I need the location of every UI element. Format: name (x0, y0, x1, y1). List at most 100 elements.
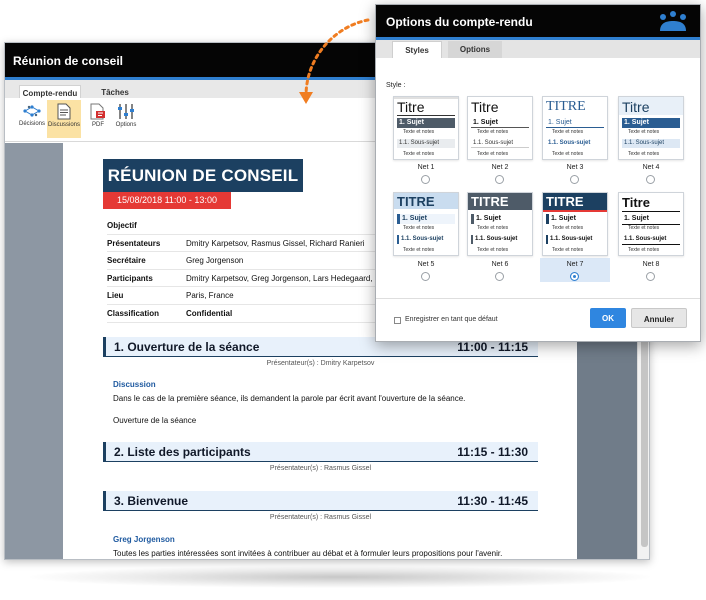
style-preview-net-5[interactable]: TITRE 1. Sujet Texte et notes 1.1. Sous-… (393, 192, 459, 256)
style-preview-net-8[interactable]: Titre 1. Sujet Texte et notes 1.1. Sous-… (618, 192, 684, 256)
save-default-checkbox[interactable] (394, 317, 401, 324)
dialog-title: Options du compte-rendu (386, 15, 533, 29)
style-radio[interactable] (646, 272, 655, 281)
dialog-body: Style : Titre 1. Sujet Texte et notes 1.… (376, 58, 700, 341)
preview-notes: Texte et notes (403, 129, 435, 135)
preview-notes: Texte et notes (403, 247, 435, 253)
dialog-titlebar: Options du compte-rendu (376, 5, 700, 37)
info-key: Présentateurs (107, 238, 161, 248)
section-presenter: Présentateur(s) : Dmitry Karpetsov (266, 360, 375, 367)
preview-subject: 1. Sujet (397, 214, 455, 224)
report-options-dialog: Options du compte-rendu Styles Options S… (375, 4, 701, 342)
style-radio[interactable] (646, 175, 655, 184)
style-radio-selected[interactable] (570, 272, 579, 281)
style-radio[interactable] (570, 175, 579, 184)
preview-notes: Texte et notes (477, 151, 509, 157)
dialog-tabs: Styles Options (376, 40, 700, 58)
tab-options[interactable]: Options (448, 41, 502, 58)
preview-notes: Texte et notes (477, 247, 509, 253)
style-radio[interactable] (421, 272, 430, 281)
preview-notes: Texte et notes (477, 225, 509, 231)
style-preview-net-2[interactable]: Titre 1. Sujet Texte et notes 1.1. Sous-… (467, 96, 533, 160)
info-key: Secrétaire (107, 256, 146, 266)
info-value: Dmitry Karpetsov, Greg Jorgenson, Lars H… (186, 273, 381, 283)
preview-subsubject: 1.1. Sous-sujet (471, 235, 529, 244)
agenda-section-heading: 2. Liste des participants 11:15 - 11:30 (103, 442, 538, 462)
preview-title: TITRE (397, 194, 435, 209)
info-key: Participants (107, 273, 153, 283)
ok-button[interactable]: OK (590, 308, 626, 328)
style-label: Style : (386, 82, 406, 89)
tab-taches[interactable]: Tâches (93, 85, 137, 99)
preview-subsubject: 1.1. Sous-sujet (397, 139, 455, 148)
preview-title: TITRE (546, 194, 584, 209)
cancel-button[interactable]: Annuler (631, 308, 687, 328)
preview-notes: Texte et notes (403, 151, 435, 157)
tab-compte-rendu[interactable]: Compte-rendu (19, 85, 81, 99)
style-radio[interactable] (495, 272, 504, 281)
agenda-section-heading: 3. Bienvenue 11:30 - 11:45 (103, 491, 538, 511)
floor-shadow (30, 566, 650, 588)
preview-title: Titre (397, 99, 425, 115)
dotted-arrow-icon (299, 18, 370, 104)
info-key: Classification (107, 308, 160, 318)
preview-subsubject: 1.1. Sous-sujet (624, 236, 667, 242)
preview-subsubject: 1.1. Sous-sujet (622, 139, 680, 148)
preview-subject: 1. Sujet (471, 118, 529, 128)
discussions-icon (57, 103, 71, 120)
options-icon (118, 104, 134, 119)
pdf-icon (90, 103, 105, 120)
section-paragraph: Ouverture de la séance (113, 416, 197, 425)
app-logo-icon (660, 11, 686, 31)
tab-styles[interactable]: Styles (392, 41, 442, 58)
document-date: 15/08/2018 11:00 - 13:00 (103, 192, 231, 209)
preview-subsubject: 1.1. Sous-sujet (471, 139, 529, 148)
options-button[interactable]: Options (109, 100, 143, 138)
section-presenter: Présentateur(s) : Rasmus Gissel (269, 465, 372, 472)
preview-title: TITRE (471, 194, 509, 209)
preview-subject: 1. Sujet (397, 118, 455, 128)
info-value: Paris, France (186, 291, 234, 301)
style-radio[interactable] (421, 175, 430, 184)
decisions-label: Décisions (18, 121, 45, 127)
document-title: RÉUNION DE CONSEIL (103, 159, 303, 192)
discussions-button[interactable]: Discussions (47, 100, 81, 138)
preview-title: Titre (622, 195, 650, 210)
info-key: Lieu (107, 291, 124, 301)
options-label: Options (115, 122, 137, 128)
section-title: 2. Liste des participants (114, 445, 251, 459)
style-name: Net 6 (491, 261, 509, 268)
section-paragraph: Toutes les parties intéressées sont invi… (113, 549, 503, 558)
preview-notes: Texte et notes (628, 247, 660, 253)
style-name: Net 3 (566, 164, 584, 171)
save-default-label: Enregistrer en tant que défaut (405, 316, 498, 323)
style-name: Net 4 (642, 164, 660, 171)
style-radio[interactable] (495, 175, 504, 184)
decisions-button[interactable]: Décisions (15, 100, 49, 138)
style-preview-net-3[interactable]: TITRE 1. Sujet Texte et notes 1.1. Sous-… (542, 96, 608, 160)
preview-subject: 1. Sujet (546, 214, 604, 224)
discussions-label: Discussions (47, 122, 80, 128)
preview-subsubject: 1.1. Sous-sujet (548, 140, 591, 146)
section-subheading: Greg Jorgenson (113, 535, 175, 544)
preview-subsubject: 1.1. Sous-sujet (397, 235, 455, 244)
preview-notes: Texte et notes (403, 225, 435, 231)
style-preview-net-6[interactable]: TITRE 1. Sujet Texte et notes 1.1. Sous-… (467, 192, 533, 256)
style-preview-net-1[interactable]: Titre 1. Sujet Texte et notes 1.1. Sous-… (393, 96, 459, 160)
preview-notes: Texte et notes (552, 247, 584, 253)
style-preview-net-4[interactable]: Titre 1. Sujet Texte et notes 1.1. Sous-… (618, 96, 684, 160)
style-name: Net 8 (642, 261, 660, 268)
preview-subject: 1. Sujet (624, 215, 649, 222)
section-presenter: Présentateur(s) : Rasmus Gissel (269, 514, 372, 521)
preview-subject: 1. Sujet (622, 118, 680, 128)
preview-notes: Texte et notes (477, 129, 509, 135)
style-name: Net 2 (491, 164, 509, 171)
style-preview-net-7[interactable]: TITRE 1. Sujet Texte et notes 1.1. Sous-… (542, 192, 608, 256)
section-time: 11:00 - 11:15 (457, 340, 528, 354)
decisions-icon (23, 105, 41, 117)
section-time: 11:30 - 11:45 (457, 494, 528, 508)
section-title: 3. Bienvenue (114, 494, 189, 508)
style-name: Net 1 (417, 164, 435, 171)
info-value: Dmitry Karpetsov, Rasmus Gissel, Richard… (186, 238, 365, 248)
section-paragraph: Dans le cas de la première séance, ils d… (113, 394, 466, 403)
